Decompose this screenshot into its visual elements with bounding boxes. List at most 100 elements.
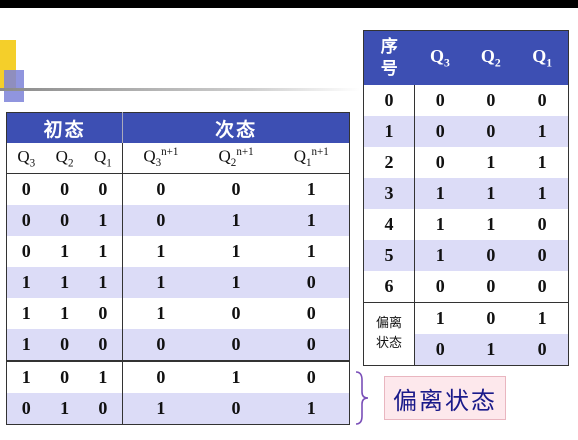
table-cell: 0 <box>198 298 274 329</box>
table-cell: 0 <box>414 271 466 303</box>
table-cell: 0 <box>6 173 46 205</box>
table-cell: 1 <box>198 267 274 298</box>
table-cell: 3 <box>363 178 415 209</box>
table-row: 011111 <box>6 236 350 267</box>
table-cell: 1 <box>6 360 46 393</box>
table-cell: 0 <box>273 298 350 329</box>
table-cell: 0 <box>414 147 466 178</box>
table-cell: 0 <box>273 267 350 298</box>
table-row: 4110 <box>363 209 569 240</box>
col-q1-next: Q1n+1 <box>273 143 350 174</box>
header-q2: Q2 <box>465 30 517 85</box>
table-cell: 1 <box>122 393 199 425</box>
invalid-state-label: 偏离 状态 <box>363 302 415 366</box>
state-transition-table: 初态 次态 Q3 Q2 Q1 Q3n+1 Q2n+1 Q1n+1 0000010… <box>6 112 350 425</box>
table-cell: 0 <box>465 85 517 116</box>
header-initial-state: 初态 <box>6 112 123 143</box>
table-cell: 1 <box>516 178 569 209</box>
table-cell: 1 <box>516 302 569 334</box>
table-row: 2011 <box>363 147 569 178</box>
table-cell: 0 <box>516 85 569 116</box>
top-bar <box>0 0 578 8</box>
bracket-icon <box>355 371 369 425</box>
table-cell: 0 <box>363 85 415 116</box>
table-cell: 0 <box>45 360 84 393</box>
table-cell: 1 <box>414 240 466 271</box>
decor-line <box>0 88 360 91</box>
table-cell: 1 <box>414 209 466 240</box>
table-cell: 0 <box>122 205 199 236</box>
table-cell: 1 <box>516 147 569 178</box>
table-cell: 0 <box>45 329 84 361</box>
table-cell: 2 <box>363 147 415 178</box>
table-cell: 0 <box>414 334 466 366</box>
table-row: 6000 <box>363 271 569 303</box>
table-cell: 0 <box>83 329 123 361</box>
table-row: 101010 <box>6 360 350 393</box>
invalid-state-callout: 偏离状态 <box>384 376 506 420</box>
table-cell: 1 <box>516 116 569 147</box>
table-row: 1001 <box>363 116 569 147</box>
table-cell: 0 <box>198 329 274 361</box>
col-q3-next: Q3n+1 <box>122 143 199 174</box>
table-row: 001011 <box>6 205 350 236</box>
table-cell: 0 <box>83 393 123 425</box>
table-cell: 0 <box>516 240 569 271</box>
table-cell: 6 <box>363 271 415 303</box>
table-cell: 0 <box>45 173 84 205</box>
table-row-invalid: 偏离 状态 1 0 1 <box>363 302 569 366</box>
table-row: 3111 <box>363 178 569 209</box>
table-cell: 1 <box>45 393 84 425</box>
table-cell: 1 <box>465 209 517 240</box>
table-cell: 1 <box>414 302 466 334</box>
table-cell: 1 <box>83 360 123 393</box>
table-cell: 0 <box>6 205 46 236</box>
table-cell: 4 <box>363 209 415 240</box>
table-cell: 5 <box>363 240 415 271</box>
table-row: 5100 <box>363 240 569 271</box>
table-cell: 0 <box>273 360 350 393</box>
table-row: 100000 <box>6 329 350 361</box>
header-q3: Q3 <box>414 30 466 85</box>
table-cell: 1 <box>45 267 84 298</box>
table-cell: 1 <box>6 267 46 298</box>
table-cell: 1 <box>273 205 350 236</box>
table-cell: 1 <box>122 236 199 267</box>
table-cell: 0 <box>465 271 517 303</box>
decor-blue-block <box>4 70 24 102</box>
table-cell: 1 <box>45 298 84 329</box>
table-row: 010101 <box>6 393 350 425</box>
table-cell: 0 <box>516 271 569 303</box>
table-cell: 1 <box>465 178 517 209</box>
table-cell: 0 <box>516 334 569 366</box>
table-cell: 1 <box>83 267 123 298</box>
table-cell: 0 <box>414 85 466 116</box>
table-cell: 1 <box>414 178 466 209</box>
table-cell: 1 <box>122 267 199 298</box>
table-cell: 0 <box>122 173 199 205</box>
table-cell: 1 <box>83 236 123 267</box>
table-cell: 1 <box>273 393 350 425</box>
header-row: 序号 Q3 Q2 Q1 <box>363 30 569 85</box>
table-cell: 0 <box>6 393 46 425</box>
table-cell: 1 <box>198 236 274 267</box>
table-cell: 1 <box>273 173 350 205</box>
table-cell: 0 <box>122 329 199 361</box>
table-cell: 1 <box>198 205 274 236</box>
table-row: 0000 <box>363 85 569 116</box>
table-cell: 1 <box>465 334 517 366</box>
table-cell: 0 <box>6 236 46 267</box>
table-cell: 1 <box>45 236 84 267</box>
table-cell: 1 <box>6 298 46 329</box>
col-q1: Q1 <box>83 143 123 174</box>
table-cell: 0 <box>414 116 466 147</box>
header-index: 序号 <box>363 30 415 85</box>
table-cell: 0 <box>83 298 123 329</box>
header-q1: Q1 <box>516 30 569 85</box>
table-cell: 1 <box>273 236 350 267</box>
header-next-state: 次态 <box>122 112 350 143</box>
table-cell: 1 <box>122 298 199 329</box>
table-cell: 0 <box>273 329 350 361</box>
table-cell: 0 <box>45 205 84 236</box>
col-q2: Q2 <box>45 143 84 174</box>
